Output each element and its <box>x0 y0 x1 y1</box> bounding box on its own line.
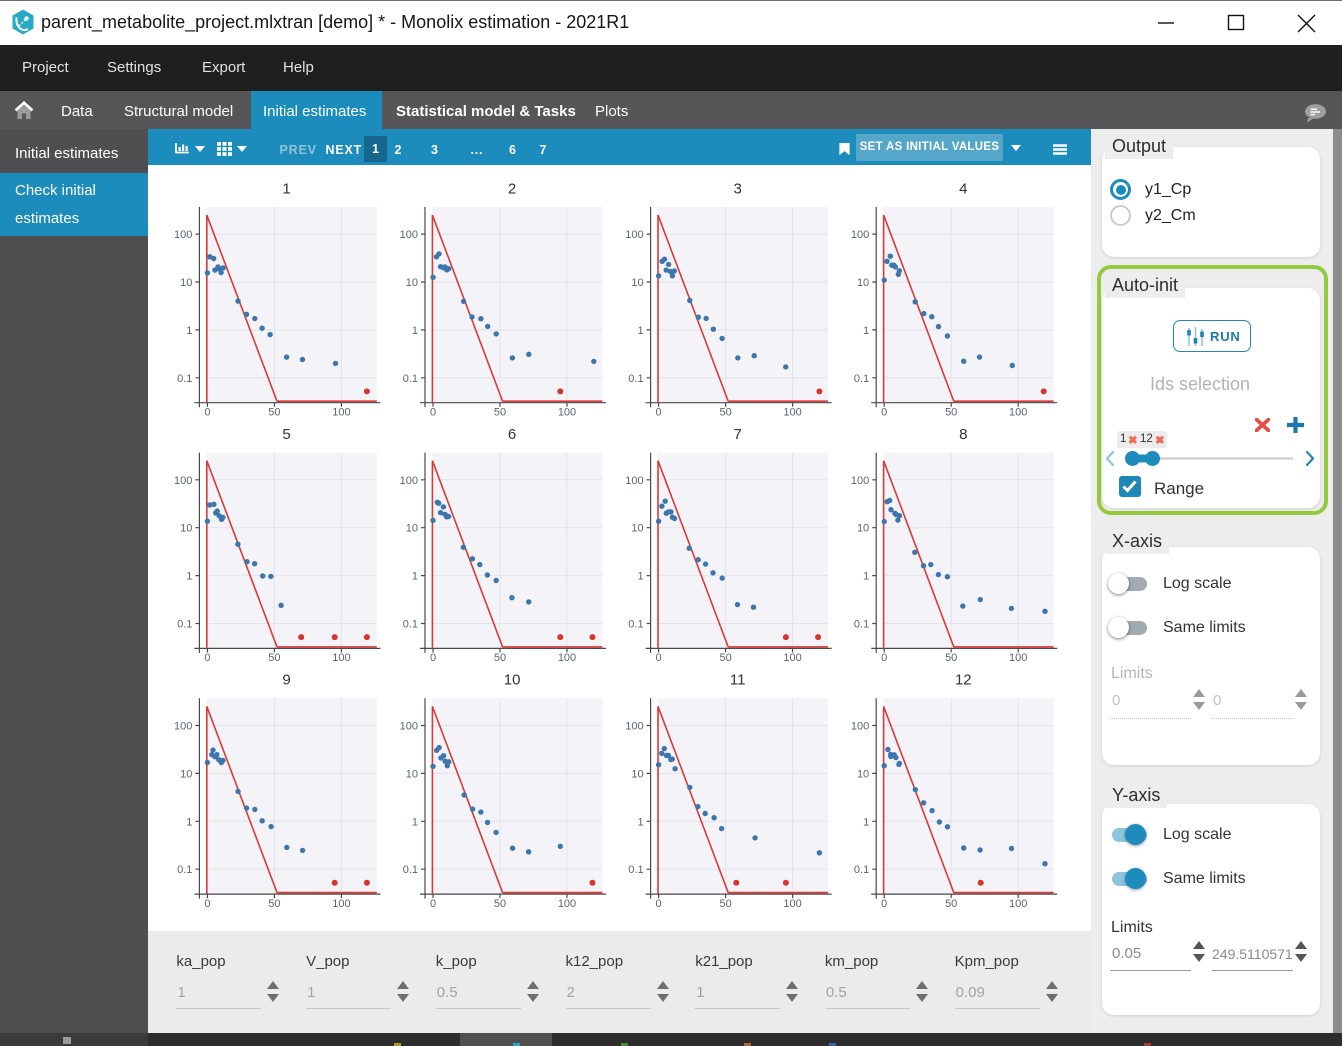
svg-text:100: 100 <box>625 475 643 487</box>
svg-text:50: 50 <box>494 652 506 664</box>
svg-text:0: 0 <box>881 407 887 419</box>
svg-text:100: 100 <box>400 721 418 733</box>
svg-text:50: 50 <box>945 898 957 910</box>
svg-text:100: 100 <box>851 229 869 241</box>
svg-text:100: 100 <box>332 652 350 664</box>
svg-text:50: 50 <box>494 407 506 419</box>
svg-text:2: 2 <box>508 180 516 197</box>
svg-text:100: 100 <box>625 721 643 733</box>
svg-text:0.1: 0.1 <box>854 373 869 385</box>
svg-text:1: 1 <box>412 325 418 337</box>
svg-text:1: 1 <box>863 571 869 583</box>
svg-text:10: 10 <box>857 768 869 780</box>
svg-text:50: 50 <box>719 652 731 664</box>
svg-text:10: 10 <box>180 768 192 780</box>
svg-text:100: 100 <box>1009 652 1027 664</box>
svg-text:10: 10 <box>631 768 643 780</box>
svg-text:12: 12 <box>955 672 972 689</box>
svg-text:0.1: 0.1 <box>177 864 192 876</box>
svg-text:100: 100 <box>783 898 801 910</box>
svg-text:100: 100 <box>851 721 869 733</box>
svg-text:100: 100 <box>558 407 576 419</box>
svg-text:50: 50 <box>268 407 280 419</box>
svg-text:0.1: 0.1 <box>854 619 869 631</box>
svg-text:0.1: 0.1 <box>854 864 869 876</box>
svg-text:100: 100 <box>400 475 418 487</box>
svg-text:0: 0 <box>204 898 210 910</box>
svg-text:0: 0 <box>881 652 887 664</box>
svg-text:0: 0 <box>204 652 210 664</box>
svg-text:10: 10 <box>406 768 418 780</box>
svg-text:100: 100 <box>332 407 350 419</box>
svg-text:10: 10 <box>406 277 418 289</box>
svg-text:100: 100 <box>174 229 192 241</box>
svg-text:10: 10 <box>631 523 643 535</box>
svg-text:0: 0 <box>430 898 436 910</box>
svg-text:100: 100 <box>174 721 192 733</box>
svg-text:100: 100 <box>558 652 576 664</box>
svg-text:5: 5 <box>282 426 290 443</box>
svg-text:1: 1 <box>637 325 643 337</box>
svg-text:100: 100 <box>851 475 869 487</box>
svg-text:8: 8 <box>959 426 967 443</box>
svg-text:10: 10 <box>406 523 418 535</box>
svg-text:100: 100 <box>174 475 192 487</box>
svg-text:100: 100 <box>783 652 801 664</box>
svg-text:50: 50 <box>719 407 731 419</box>
svg-text:0: 0 <box>656 898 662 910</box>
svg-text:50: 50 <box>268 652 280 664</box>
svg-text:1: 1 <box>186 325 192 337</box>
svg-text:1: 1 <box>863 325 869 337</box>
svg-text:100: 100 <box>400 229 418 241</box>
svg-text:0: 0 <box>430 407 436 419</box>
svg-text:0.1: 0.1 <box>403 619 418 631</box>
svg-text:50: 50 <box>719 898 731 910</box>
svg-text:1: 1 <box>412 816 418 828</box>
svg-text:0.1: 0.1 <box>177 373 192 385</box>
svg-text:50: 50 <box>945 652 957 664</box>
svg-text:0: 0 <box>204 407 210 419</box>
svg-text:0: 0 <box>656 407 662 419</box>
svg-text:0.1: 0.1 <box>628 619 643 631</box>
svg-text:0.1: 0.1 <box>403 373 418 385</box>
svg-text:3: 3 <box>734 180 742 197</box>
svg-text:1: 1 <box>863 816 869 828</box>
svg-text:10: 10 <box>631 277 643 289</box>
svg-text:11: 11 <box>730 672 746 689</box>
svg-text:0: 0 <box>881 898 887 910</box>
svg-text:6: 6 <box>508 426 516 443</box>
svg-text:1: 1 <box>282 180 290 197</box>
svg-text:0: 0 <box>656 652 662 664</box>
svg-text:1: 1 <box>412 571 418 583</box>
svg-text:10: 10 <box>857 523 869 535</box>
svg-text:10: 10 <box>180 277 192 289</box>
svg-text:100: 100 <box>1009 407 1027 419</box>
svg-text:0.1: 0.1 <box>628 864 643 876</box>
svg-text:1: 1 <box>637 816 643 828</box>
svg-text:100: 100 <box>1009 898 1027 910</box>
svg-text:10: 10 <box>504 672 521 689</box>
svg-text:1: 1 <box>637 571 643 583</box>
svg-text:1: 1 <box>186 571 192 583</box>
svg-text:0.1: 0.1 <box>628 373 643 385</box>
svg-text:9: 9 <box>282 672 290 689</box>
svg-text:7: 7 <box>734 426 742 443</box>
svg-text:50: 50 <box>268 898 280 910</box>
svg-text:10: 10 <box>857 277 869 289</box>
svg-text:100: 100 <box>332 898 350 910</box>
svg-text:50: 50 <box>945 407 957 419</box>
svg-text:10: 10 <box>180 523 192 535</box>
svg-text:100: 100 <box>625 229 643 241</box>
svg-text:0.1: 0.1 <box>403 864 418 876</box>
svg-text:1: 1 <box>186 816 192 828</box>
svg-text:100: 100 <box>558 898 576 910</box>
svg-text:0: 0 <box>430 652 436 664</box>
svg-text:4: 4 <box>959 180 967 197</box>
svg-text:100: 100 <box>783 407 801 419</box>
svg-text:0.1: 0.1 <box>177 619 192 631</box>
svg-text:50: 50 <box>494 898 506 910</box>
